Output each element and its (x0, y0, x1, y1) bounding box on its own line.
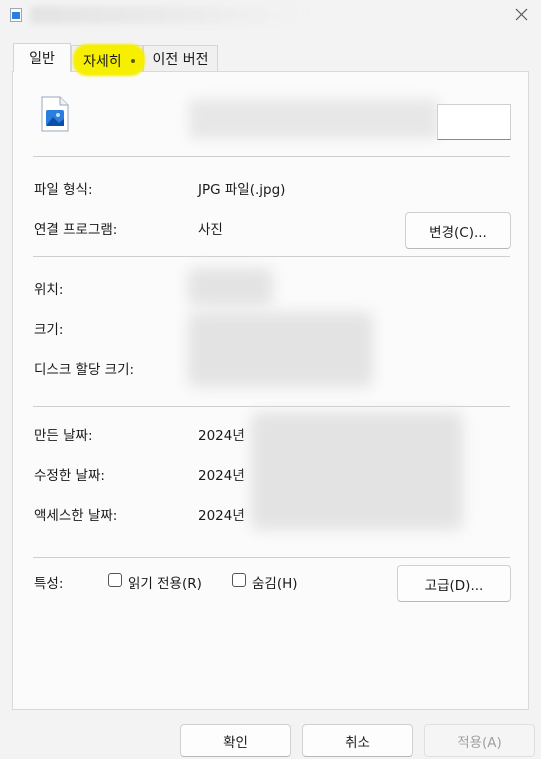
window-title-redacted (30, 6, 305, 24)
general-panel: 파일 형식: JPG 파일(.jpg) 연결 프로그램: 사진 변경(C)...… (12, 71, 529, 710)
attributes-label: 특성: (34, 576, 64, 592)
cursor-dot (131, 59, 135, 63)
apply-button[interactable]: 적용(A) (424, 724, 535, 757)
close-icon (515, 8, 528, 21)
divider (33, 156, 510, 157)
open-with-value: 사진 (198, 222, 223, 238)
location-value-redacted (188, 268, 273, 306)
divider (33, 256, 510, 257)
location-label: 위치: (34, 282, 64, 298)
modified-label: 수정한 날짜: (34, 468, 105, 484)
tab-details-label[interactable]: 자세히 (83, 51, 122, 71)
change-button[interactable]: 변경(C)... (405, 212, 511, 249)
file-type-label: 파일 형식: (34, 182, 93, 198)
open-with-label: 연결 프로그램: (34, 222, 118, 238)
title-bar (0, 0, 541, 30)
modified-value: 2024년 (198, 468, 245, 484)
image-file-icon (10, 8, 22, 22)
tab-previous-versions[interactable]: 이전 버전 (143, 45, 218, 72)
accessed-value: 2024년 (198, 508, 245, 524)
image-file-icon (41, 96, 69, 132)
accessed-label: 액세스한 날짜: (34, 508, 118, 524)
divider (33, 406, 510, 407)
readonly-checkbox[interactable] (108, 573, 122, 587)
cancel-button[interactable]: 취소 (302, 724, 413, 757)
file-name-redacted (189, 99, 439, 139)
size-on-disk-label: 디스크 할당 크기: (34, 362, 135, 378)
readonly-label[interactable]: 읽기 전용(R) (128, 572, 202, 592)
size-values-redacted (188, 312, 373, 387)
advanced-button[interactable]: 고급(D)... (397, 565, 511, 602)
ok-button[interactable]: 확인 (180, 724, 291, 757)
file-type-value: JPG 파일(.jpg) (198, 182, 286, 198)
created-label: 만든 날짜: (34, 428, 93, 444)
tab-general[interactable]: 일반 (13, 43, 71, 72)
divider (33, 557, 510, 558)
file-name-field[interactable] (437, 104, 511, 140)
properties-dialog: 일반 이전 버전 자세히 파일 형식: JPG 파일(.jpg) 연결 프로그램… (0, 0, 541, 759)
created-value: 2024년 (198, 428, 245, 444)
date-details-redacted (251, 412, 463, 530)
hidden-label[interactable]: 숨김(H) (252, 572, 298, 592)
size-label: 크기: (34, 322, 64, 338)
close-button[interactable] (506, 2, 538, 28)
hidden-checkbox[interactable] (232, 573, 246, 587)
